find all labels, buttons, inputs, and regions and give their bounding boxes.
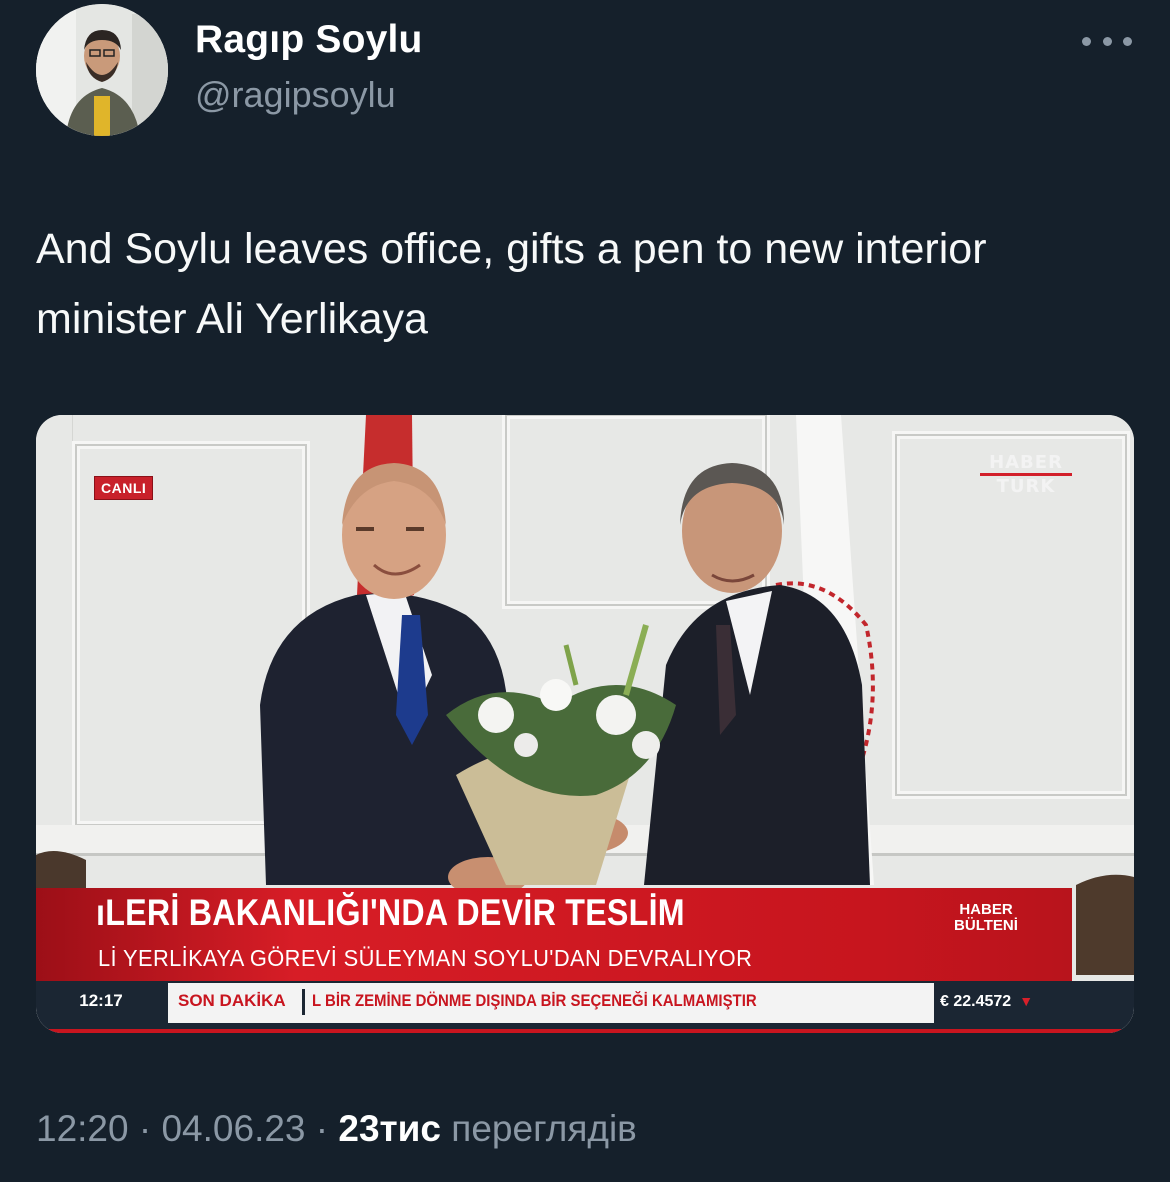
more-options-button[interactable]: [1082, 26, 1132, 56]
currency-rate: € 22.4572 ▼: [940, 987, 1060, 1015]
program-label: HABER BÜLTENİ: [946, 902, 1026, 934]
news-ticker: 12:17 SON DAKİKA L BİR ZEMİNE DÖNME DIŞI…: [36, 981, 1134, 1033]
down-arrow-icon: ▼: [1019, 993, 1034, 1009]
tweet-time[interactable]: 12:20: [36, 1108, 129, 1149]
logo-line-2: TURK: [996, 476, 1056, 497]
logo-line-1: HABER: [989, 452, 1063, 473]
ticker-red-line: [36, 1029, 1134, 1033]
more-horizontal-icon: [1082, 36, 1091, 46]
meta-separator: ·: [315, 1108, 329, 1149]
ticker-label: SON DAKİKA: [178, 991, 286, 1010]
news-subheadline: Lİ YERLİKAYA GÖREVİ SÜLEYMAN SOYLU'DAN D…: [98, 945, 753, 971]
tweet-card: Ragıp Soylu @ragipsoylu And Soylu leaves…: [0, 0, 1170, 1182]
tweet-meta: 12:20 · 04.06.23 · 23тис переглядів: [36, 1108, 637, 1150]
tweet-media-image[interactable]: CANLI HABER TURK ıLERİ BAKANLIĞI'NDA DEV…: [36, 415, 1134, 1033]
news-headline: ıLERİ BAKANLIĞI'NDA DEVİR TESLİM: [96, 892, 685, 933]
avatar-image: [36, 4, 168, 136]
author-display-name[interactable]: Ragıp Soylu: [195, 18, 423, 62]
ticker-text: L BİR ZEMİNE DÖNME DIŞINDA BİR SEÇENEĞİ …: [312, 991, 757, 1010]
haberturk-logo: HABER TURK: [980, 453, 1072, 496]
news-banner: ıLERİ BAKANLIĞI'NDA DEVİR TESLİM Lİ YERL…: [36, 888, 1072, 981]
views-label[interactable]: переглядів: [451, 1108, 637, 1149]
ticker-time: 12:17: [79, 991, 123, 1010]
avatar[interactable]: [36, 4, 168, 136]
ticker-separator: [302, 989, 305, 1015]
tweet-text: And Soylu leaves office, gifts a pen to …: [36, 225, 987, 343]
live-badge: CANLI: [94, 476, 154, 500]
currency-value: € 22.4572: [940, 993, 1012, 1010]
program-label-line-2: BÜLTENİ: [954, 917, 1018, 934]
views-count[interactable]: 23тис: [338, 1108, 441, 1149]
more-horizontal-icon-dot: [1123, 36, 1132, 46]
program-label-line-1: HABER: [959, 901, 1013, 918]
ticker-strip: SON DAKİKA L BİR ZEMİNE DÖNME DIŞINDA Bİ…: [168, 983, 934, 1023]
author-handle[interactable]: @ragipsoylu: [195, 74, 396, 116]
more-horizontal-icon-dot: [1102, 36, 1112, 46]
meta-separator: ·: [138, 1108, 152, 1149]
tweet-date[interactable]: 04.06.23: [161, 1108, 305, 1149]
